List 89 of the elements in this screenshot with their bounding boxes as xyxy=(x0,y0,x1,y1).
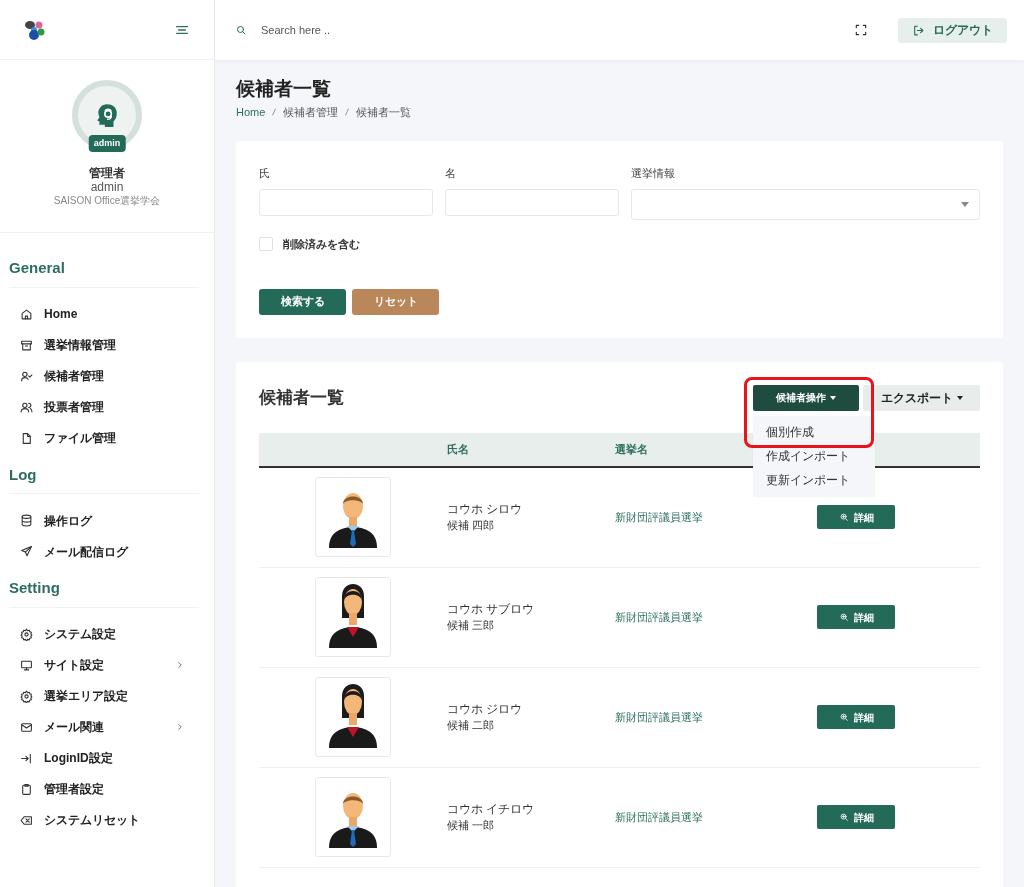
sidebar-item[interactable]: メール関連 xyxy=(9,711,205,743)
name-kana: コウホ サブロウ xyxy=(447,601,536,617)
backspace-icon xyxy=(20,813,33,827)
zoom-in-icon xyxy=(838,612,849,622)
search-icon xyxy=(235,24,247,36)
input-field[interactable] xyxy=(445,189,619,216)
user-role: 管理者 xyxy=(89,166,125,180)
details-button[interactable]: 詳細 xyxy=(817,805,895,829)
logout-icon xyxy=(912,23,925,37)
zoom-in-icon xyxy=(838,512,849,522)
election-name: 新財団評議員選挙 xyxy=(615,709,704,725)
candidate-name: 候補 二郎 xyxy=(447,718,496,733)
section-heading: General xyxy=(9,257,199,288)
zoom-in-icon xyxy=(838,712,849,722)
sidebar-item[interactable]: LoginID設定 xyxy=(9,742,205,774)
candidate-name: 候補 四郎 xyxy=(447,518,496,533)
chevron-right-icon xyxy=(175,660,185,670)
candidate-name: 候補 三郎 xyxy=(447,618,496,633)
section-heading: Setting xyxy=(9,577,199,608)
election-name: 新財団評議員選挙 xyxy=(615,509,704,525)
details-button[interactable]: 詳細 xyxy=(817,705,895,729)
breadcrumb-link[interactable]: Home xyxy=(236,104,266,121)
candidate-name: 候補 一郎 xyxy=(447,818,496,833)
election-select[interactable] xyxy=(631,189,980,220)
user-login: admin xyxy=(90,180,124,194)
sidebar-item[interactable]: システム設定 xyxy=(9,618,205,650)
chevron-right-icon xyxy=(175,722,185,732)
headset-icon xyxy=(94,102,120,128)
login-icon xyxy=(20,751,33,765)
slash-icon xyxy=(270,108,279,117)
database-icon xyxy=(20,514,33,527)
field-label: 名 xyxy=(445,165,457,181)
name-kana: コウホ シロウ xyxy=(447,501,524,517)
page-title: 候補者一覧 xyxy=(236,77,332,101)
archive-icon xyxy=(20,338,33,352)
slash-icon xyxy=(343,108,352,117)
settings-icon xyxy=(20,689,33,703)
settings-icon xyxy=(20,627,33,641)
name-kana: コウホ イチロウ xyxy=(447,801,536,817)
sidebar-item[interactable]: 候補者管理 xyxy=(9,360,205,392)
sidebar-item[interactable]: 選挙情報管理 xyxy=(9,329,205,361)
sidebar-item[interactable]: 投票者管理 xyxy=(9,391,205,423)
caret-icon xyxy=(830,395,836,400)
input-field[interactable] xyxy=(259,189,433,216)
sidebar-item[interactable]: 操作ログ xyxy=(9,505,205,536)
users-icon xyxy=(20,400,33,414)
column-header: 選挙名 xyxy=(615,441,648,457)
field-label: 選挙情報 xyxy=(631,165,676,181)
search-button[interactable]: 検索する xyxy=(259,288,346,315)
zoom-in-icon xyxy=(838,812,849,822)
clipboard-icon xyxy=(20,782,33,796)
details-button[interactable]: 詳細 xyxy=(817,505,895,529)
election-name: 新財団評議員選挙 xyxy=(615,609,704,625)
fullscreen-icon[interactable] xyxy=(854,23,868,37)
sidebar-item[interactable]: システムリセット xyxy=(9,804,205,836)
name-kana: コウホ ジロウ xyxy=(447,701,524,717)
sidebar-item[interactable]: 管理者設定 xyxy=(9,773,205,805)
user-check-icon xyxy=(20,369,33,383)
sidebar-item[interactable]: サイト設定 xyxy=(9,649,205,681)
election-name: 新財団評議員選挙 xyxy=(615,809,704,825)
menu-item[interactable]: 個別作成 xyxy=(753,419,875,444)
checkbox[interactable] xyxy=(259,237,273,252)
send-icon xyxy=(20,545,33,558)
candidate-actions-dropdown[interactable]: 候補者操作 xyxy=(753,384,859,411)
role-badge: admin xyxy=(88,134,126,152)
checkbox-label: 削除済みを含む xyxy=(283,237,360,252)
breadcrumb-link[interactable]: 候補者管理 xyxy=(283,104,339,121)
sidebar-item[interactable]: ファイル管理 xyxy=(9,422,205,454)
menu-item[interactable]: 更新インポート xyxy=(753,467,875,492)
sidebar-item[interactable]: 選挙エリア設定 xyxy=(9,680,205,712)
home-icon xyxy=(20,307,33,321)
sidebar-item[interactable]: Home xyxy=(9,298,205,330)
breadcrumb-current: 候補者一覧 xyxy=(356,105,412,120)
mail-icon xyxy=(20,720,33,734)
export-dropdown[interactable]: エクスポート xyxy=(863,384,980,411)
section-title: 候補者一覧 xyxy=(259,386,344,409)
field-label: 氏 xyxy=(259,165,271,181)
search-field[interactable]: Search here .. xyxy=(261,21,461,39)
column-header: 氏名 xyxy=(447,441,469,457)
monitor-icon xyxy=(20,658,33,672)
dropdown-arrow-icon xyxy=(961,202,969,207)
sidebar-item[interactable]: メール配信ログ xyxy=(9,536,205,567)
caret-icon xyxy=(956,395,963,400)
section-heading: Log xyxy=(9,463,199,494)
logout-button[interactable]: ログアウト xyxy=(898,17,1007,43)
organization-name: SAISON Office選挙学会 xyxy=(53,194,161,208)
menu-item[interactable]: 作成インポート xyxy=(753,443,875,468)
file-icon xyxy=(20,431,33,445)
details-button[interactable]: 詳細 xyxy=(817,605,895,629)
